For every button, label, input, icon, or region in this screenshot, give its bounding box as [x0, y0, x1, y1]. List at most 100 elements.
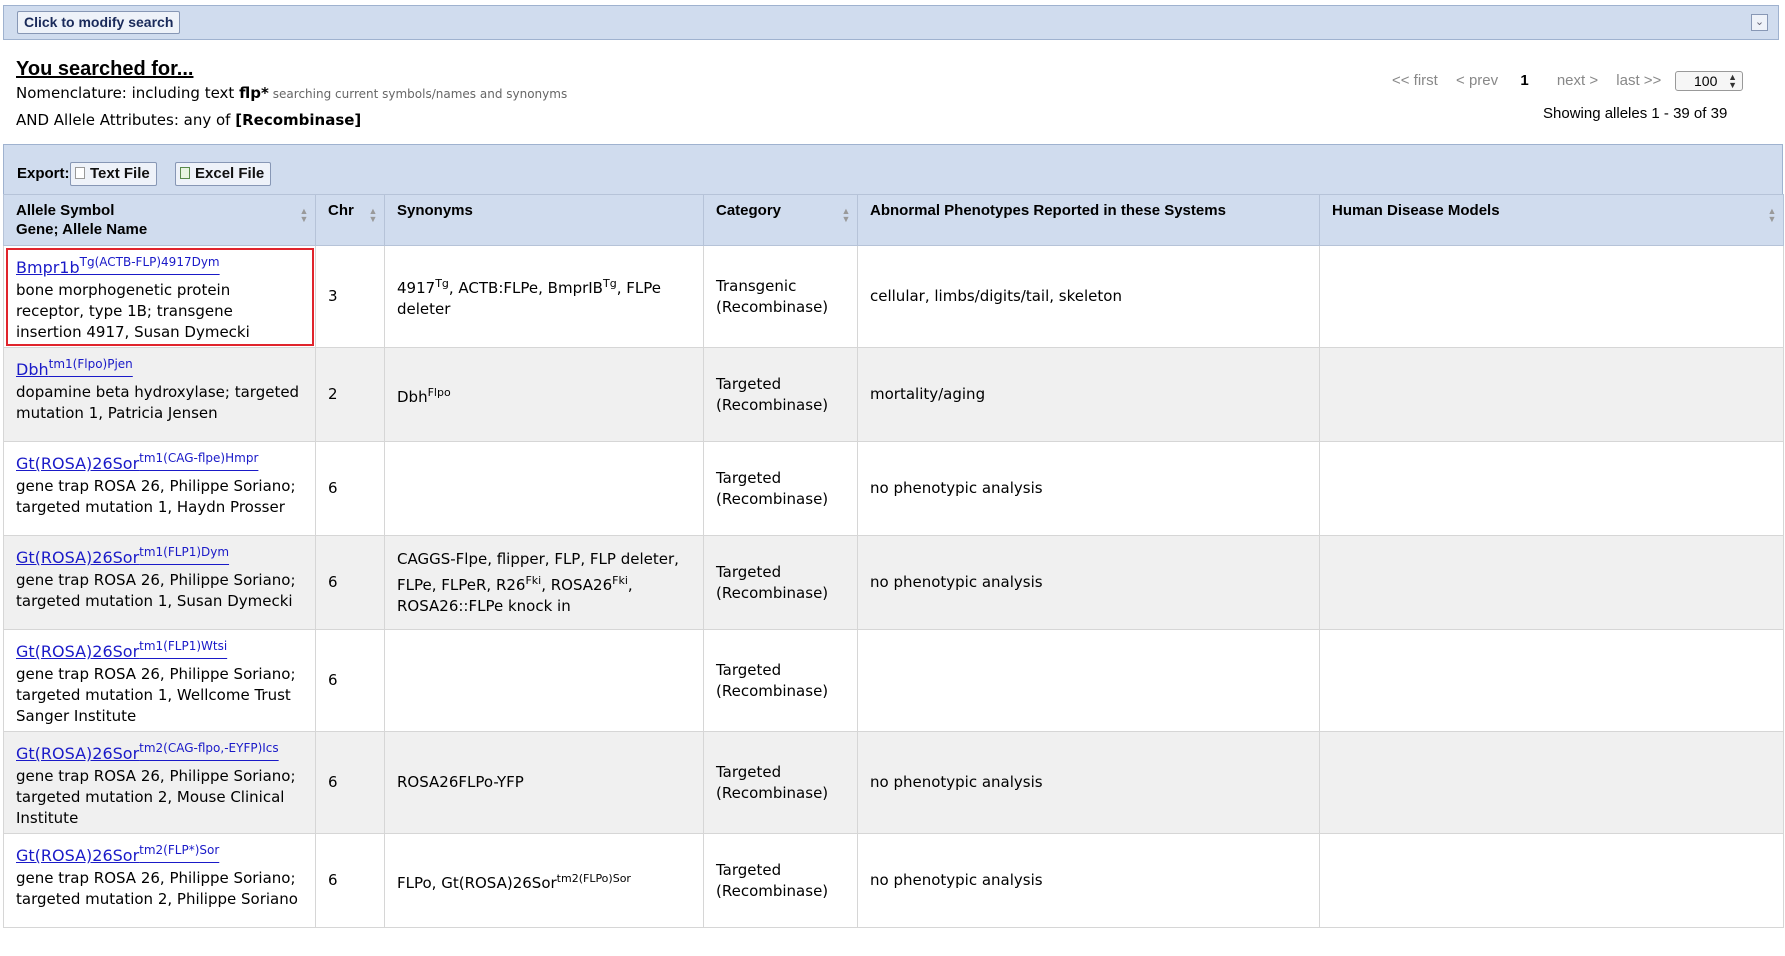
- allele-symbol: Bmpr1b: [16, 258, 80, 277]
- synonym-superscript: Fki: [525, 573, 542, 587]
- sort-icon[interactable]: ▲ ▼: [299, 207, 309, 225]
- allele-cell: Dbhtm1(Flpo)Pjen dopamine beta hydroxylas…: [3, 347, 316, 442]
- phenotypes-cell: no phenotypic analysis: [857, 441, 1320, 536]
- allele-name: gene trap ROSA 26, Philippe Soriano; tar…: [16, 571, 296, 610]
- synonyms-cell: 4917Tg, ACTB:FLPe, BmprIBTg, FLPe delete…: [384, 245, 704, 348]
- results-count: Showing alleles 1 - 39 of 39: [1543, 105, 1728, 122]
- col-allele-symbol[interactable]: Allele Symbol Gene; Allele Name ▲ ▼: [3, 194, 316, 246]
- allele-symbol: Gt(ROSA)26Sor: [16, 744, 140, 763]
- allele-superscript: tm2(FLP*)Sor: [139, 843, 220, 857]
- sort-icon[interactable]: ▲ ▼: [1767, 207, 1777, 225]
- search-summary-title: You searched for...: [16, 58, 194, 80]
- export-bar: Export: Text File Excel File: [3, 144, 1783, 194]
- chr-cell: 3: [315, 245, 385, 348]
- chr-cell: 6: [315, 629, 385, 732]
- phenotypes-cell: no phenotypic analysis: [857, 833, 1320, 928]
- synonyms-cell: [384, 629, 704, 732]
- phenotypes-cell: no phenotypic analysis: [857, 535, 1320, 630]
- allele-symbol-link[interactable]: Gt(ROSA)26Sortm2(FLP*)Sor: [16, 843, 220, 865]
- synonyms-cell: ROSA26FLPo-YFP: [384, 731, 704, 834]
- allele-cell: Gt(ROSA)26Sortm2(CAG-flpo,-EYFP)Ics gene …: [3, 731, 316, 834]
- allele-superscript: tm1(Flpo)Pjen: [48, 357, 133, 371]
- col-disease-models[interactable]: Human Disease Models ▲ ▼: [1319, 194, 1784, 246]
- criteria-label: Nomenclature: including text: [16, 84, 240, 102]
- synonyms-cell: CAGGS-Flpe, flipper, FLP, FLP deleter, F…: [384, 535, 704, 630]
- modify-search-bar: Click to modify search ⌄: [3, 5, 1779, 40]
- category-cell: Targeted (Recombinase): [703, 347, 858, 442]
- col-chr-label: Chr: [328, 202, 354, 219]
- disease-cell: [1319, 731, 1784, 834]
- allele-symbol-link[interactable]: Bmpr1bTg(ACTB-FLP)4917Dym: [16, 255, 220, 277]
- allele-cell: Bmpr1bTg(ACTB-FLP)4917Dym bone morphogene…: [3, 245, 316, 348]
- synonym-superscript: Fki: [612, 573, 628, 587]
- allele-superscript: tm1(CAG-flpe)Hmpr: [139, 451, 259, 465]
- collapse-icon[interactable]: ⌄: [1751, 14, 1768, 31]
- synonyms-cell: DbhFlpo: [384, 347, 704, 442]
- col-synonyms: Synonyms: [384, 194, 704, 246]
- pager-prev[interactable]: < prev: [1456, 72, 1498, 89]
- col-category[interactable]: Category ▲ ▼: [703, 194, 858, 246]
- export-text-file-label: Text File: [90, 165, 150, 182]
- pager-first[interactable]: << first: [1392, 72, 1438, 89]
- criteria-term: flp*: [239, 84, 269, 102]
- category-cell: Targeted (Recombinase): [703, 731, 858, 834]
- allele-symbol-link[interactable]: Dbhtm1(Flpo)Pjen: [16, 357, 133, 379]
- allele-symbol: Gt(ROSA)26Sor: [16, 454, 140, 473]
- criteria-term: [Recombinase]: [235, 111, 362, 129]
- sort-icon[interactable]: ▲ ▼: [368, 207, 378, 225]
- excel-file-icon: [180, 167, 190, 179]
- disease-cell: [1319, 245, 1784, 348]
- synonym-text: ROSA26FLPo-YFP: [397, 773, 524, 791]
- allele-name: gene trap ROSA 26, Philippe Soriano; tar…: [16, 477, 296, 516]
- export-excel-file-button[interactable]: Excel File: [175, 162, 272, 186]
- category-cell: Targeted (Recombinase): [703, 535, 858, 630]
- export-text-file-button[interactable]: Text File: [70, 162, 157, 186]
- phenotypes-cell: no phenotypic analysis: [857, 731, 1320, 834]
- table-row: Gt(ROSA)26Sortm1(FLP1)Dym gene trap ROSA …: [3, 535, 1784, 630]
- text-file-icon: [75, 167, 85, 179]
- col-phenotypes-label: Abnormal Phenotypes Reported in these Sy…: [870, 202, 1226, 219]
- export-label: Export:: [17, 165, 70, 182]
- synonym-text: , ACTB:FLPe, BmprIB: [448, 279, 603, 297]
- table-header-row: Allele Symbol Gene; Allele Name ▲ ▼ Chr ▲ ▼ S…: [3, 194, 1784, 246]
- synonyms-cell: FLPo, Gt(ROSA)26Sortm2(FLPo)Sor: [384, 833, 704, 928]
- disease-cell: [1319, 347, 1784, 442]
- category-cell: Targeted (Recombinase): [703, 441, 858, 536]
- allele-symbol-link[interactable]: Gt(ROSA)26Sortm1(FLP1)Dym: [16, 545, 230, 567]
- allele-name: gene trap ROSA 26, Philippe Soriano; tar…: [16, 665, 296, 725]
- criteria-label: AND Allele Attributes: any of: [16, 111, 236, 129]
- criteria-note: searching current symbols/names and syno…: [272, 87, 568, 101]
- chr-cell: 2: [315, 347, 385, 442]
- allele-superscript: tm1(FLP1)Wtsi: [139, 639, 228, 653]
- col-chr[interactable]: Chr ▲ ▼: [315, 194, 385, 246]
- pager: << first < prev 1 next > last >>: [1392, 72, 1675, 89]
- results-table: Allele Symbol Gene; Allele Name ▲ ▼ Chr ▲ ▼ S…: [3, 194, 1784, 928]
- allele-superscript: tm1(FLP1)Dym: [139, 545, 230, 559]
- disease-cell: [1319, 535, 1784, 630]
- chr-cell: 6: [315, 535, 385, 630]
- allele-cell: Gt(ROSA)26Sortm1(FLP1)Dym gene trap ROSA …: [3, 535, 316, 630]
- phenotypes-cell: mortality/aging: [857, 347, 1320, 442]
- table-row: Gt(ROSA)26Sortm2(FLP*)Sor gene trap ROSA …: [3, 833, 1784, 928]
- modify-search-button[interactable]: Click to modify search: [17, 11, 181, 34]
- allele-symbol-link[interactable]: Gt(ROSA)26Sortm2(CAG-flpo,-EYFP)Ics: [16, 741, 279, 763]
- phenotypes-cell: cellular, limbs/digits/tail, skeleton: [857, 245, 1320, 348]
- allele-symbol-link[interactable]: Gt(ROSA)26Sortm1(FLP1)Wtsi: [16, 639, 228, 661]
- col-allele-label: Allele Symbol: [16, 202, 115, 219]
- table-row: Gt(ROSA)26Sortm1(FLP1)Wtsi gene trap ROSA…: [3, 629, 1784, 732]
- synonym-superscript: tm2(FLPo)Sor: [556, 871, 631, 885]
- pager-next[interactable]: next >: [1557, 72, 1598, 89]
- synonym-superscript: Tg: [435, 277, 449, 290]
- sort-icon[interactable]: ▲ ▼: [841, 207, 851, 225]
- page-size-select[interactable]: 100 ▲ ▼: [1675, 71, 1743, 91]
- search-criteria-attributes: AND Allele Attributes: any of [Recombina…: [16, 111, 361, 129]
- allele-symbol: Gt(ROSA)26Sor: [16, 846, 140, 865]
- allele-symbol: Gt(ROSA)26Sor: [16, 642, 140, 661]
- allele-symbol-link[interactable]: Gt(ROSA)26Sortm1(CAG-flpe)Hmpr: [16, 451, 259, 473]
- synonym-text: , ROSA26: [541, 575, 613, 594]
- pager-last[interactable]: last >>: [1616, 72, 1661, 89]
- allele-name: gene trap ROSA 26, Philippe Soriano; tar…: [16, 767, 296, 827]
- table-row: Gt(ROSA)26Sortm2(CAG-flpo,-EYFP)Ics gene …: [3, 731, 1784, 834]
- table-row: Dbhtm1(Flpo)Pjen dopamine beta hydroxylas…: [3, 347, 1784, 442]
- synonym-superscript: Flpo: [427, 385, 451, 399]
